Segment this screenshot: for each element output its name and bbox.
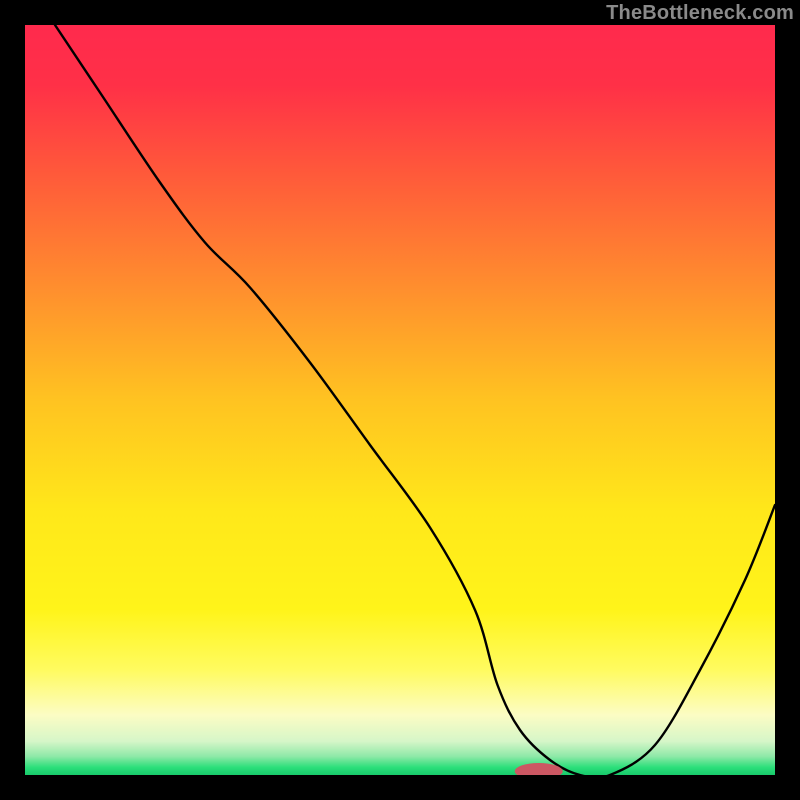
chart-container: TheBottleneck.com (0, 0, 800, 800)
watermark-text: TheBottleneck.com (606, 2, 794, 25)
bottleneck-chart-svg (25, 25, 775, 775)
gradient-background (25, 25, 775, 775)
plot-area (25, 25, 775, 775)
